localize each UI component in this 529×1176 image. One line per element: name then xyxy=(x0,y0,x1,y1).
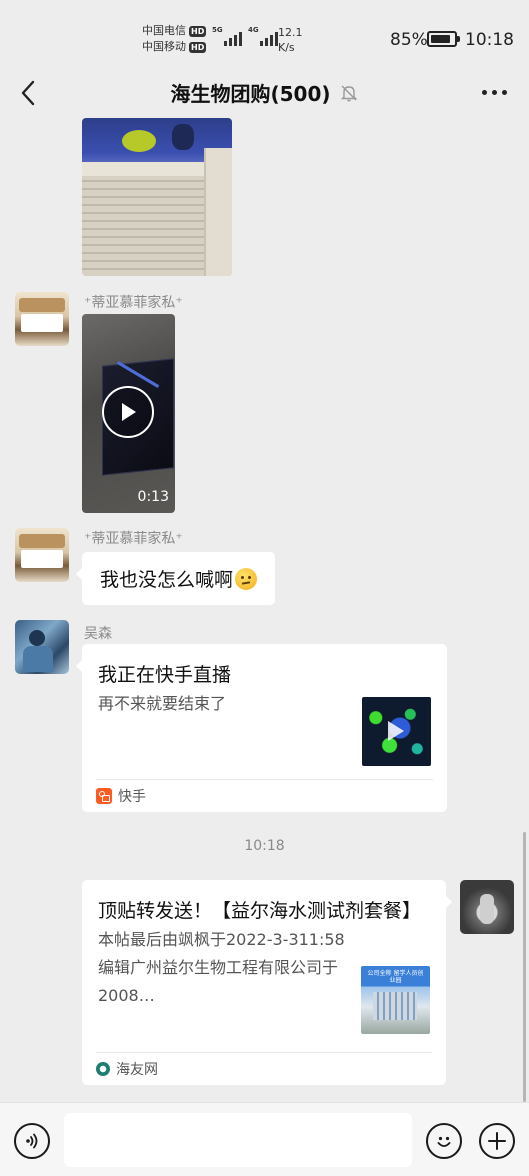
avatar[interactable] xyxy=(460,880,514,934)
chat-header: 海生物团购(500) xyxy=(0,68,529,118)
card-title: 我正在快手直播 xyxy=(98,664,232,686)
time-divider: 10:18 xyxy=(244,838,285,854)
battery-icon xyxy=(427,31,460,47)
sender-name: 吴森 xyxy=(84,626,112,642)
text-message-bubble[interactable]: 我也没怎么喊啊 xyxy=(75,552,276,605)
video-message[interactable]: 0:13 xyxy=(82,314,175,513)
speed-unit: K/s xyxy=(278,41,295,54)
chat-message-list[interactable]: ⁺蒂亚慕菲家私⁺ 0:13 ⁺蒂亚慕菲家私⁺ 我也没怎么喊啊 吴森 我正在快手直… xyxy=(0,118,529,1102)
input-bar xyxy=(0,1102,529,1176)
play-icon[interactable] xyxy=(102,386,154,438)
plus-icon xyxy=(488,1132,506,1150)
speed-value: 12.1 xyxy=(278,26,303,39)
avatar[interactable] xyxy=(15,528,69,582)
bell-off-icon xyxy=(340,85,357,101)
emoji-button[interactable] xyxy=(426,1123,462,1159)
status-clock: 10:18 xyxy=(465,30,514,50)
sender-name: ⁺蒂亚慕菲家私⁺ xyxy=(84,295,183,311)
chat-title: 海生物团购(500) xyxy=(170,82,331,106)
card-thumbnail: 公司全称 留学人员创业园 xyxy=(361,966,430,1034)
thinking-face-icon xyxy=(235,567,258,590)
network-type-label: 5G xyxy=(212,26,223,34)
signal-4g-icon: 4G xyxy=(248,26,278,46)
avatar[interactable] xyxy=(15,620,69,674)
plus-button[interactable] xyxy=(479,1123,515,1159)
thumbnail-caption: 公司全称 留学人员创业园 xyxy=(367,970,424,984)
voice-icon xyxy=(26,1133,38,1149)
carrier-2: 中国移动 xyxy=(142,40,186,53)
scrollbar[interactable] xyxy=(523,832,526,1102)
hd-badge: HD xyxy=(189,41,207,53)
more-dots-icon xyxy=(482,89,487,95)
voice-button[interactable] xyxy=(14,1123,50,1159)
emoji-icon xyxy=(437,1136,451,1147)
card-source-name: 海友网 xyxy=(116,1062,158,1078)
hd-badge: HD xyxy=(189,25,207,37)
more-options-button[interactable] xyxy=(482,82,507,102)
sender-name: ⁺蒂亚慕菲家私⁺ xyxy=(84,531,183,547)
battery-percent: 85% xyxy=(390,30,428,50)
signal-5g-icon: 5G xyxy=(212,26,242,46)
haiyou-share-card[interactable]: 顶贴转发送！【益尔海水测试剂套餐】 本帖最后由飒枫于2022-3-311:58编… xyxy=(82,880,452,1085)
card-source: 海友网 xyxy=(96,1052,432,1085)
kuaishou-share-card[interactable]: 我正在快手直播 再不来就要结束了 快手 xyxy=(76,644,447,812)
video-duration: 0:13 xyxy=(137,489,169,505)
haiyou-logo-icon xyxy=(96,1062,110,1076)
image-message[interactable] xyxy=(82,118,232,276)
card-source: 快手 xyxy=(96,779,433,812)
network-speed: 12.1 K/s xyxy=(278,25,303,55)
status-bar: 中国电信 HD 中国移动 HD 5G 4G 12.1 K/s 85% 10:18 xyxy=(0,0,529,78)
kuaishou-logo-icon xyxy=(96,788,112,804)
card-source-name: 快手 xyxy=(118,789,146,805)
carrier-1: 中国电信 xyxy=(142,24,186,37)
network-type-label: 4G xyxy=(248,26,259,34)
avatar[interactable] xyxy=(15,292,69,346)
card-title: 顶贴转发送！【益尔海水测试剂套餐】 xyxy=(98,900,422,922)
card-thumbnail xyxy=(362,697,431,766)
message-text: 我也没怎么喊啊 xyxy=(100,569,234,591)
card-description: 本帖最后由飒枫于2022-3-311:58编辑广州益尔生物工程有限公司于2008… xyxy=(98,930,345,1005)
carrier-info: 中国电信 HD 中国移动 HD xyxy=(142,23,207,55)
signal-indicators: 5G 4G xyxy=(212,26,278,46)
message-input[interactable] xyxy=(64,1113,412,1167)
